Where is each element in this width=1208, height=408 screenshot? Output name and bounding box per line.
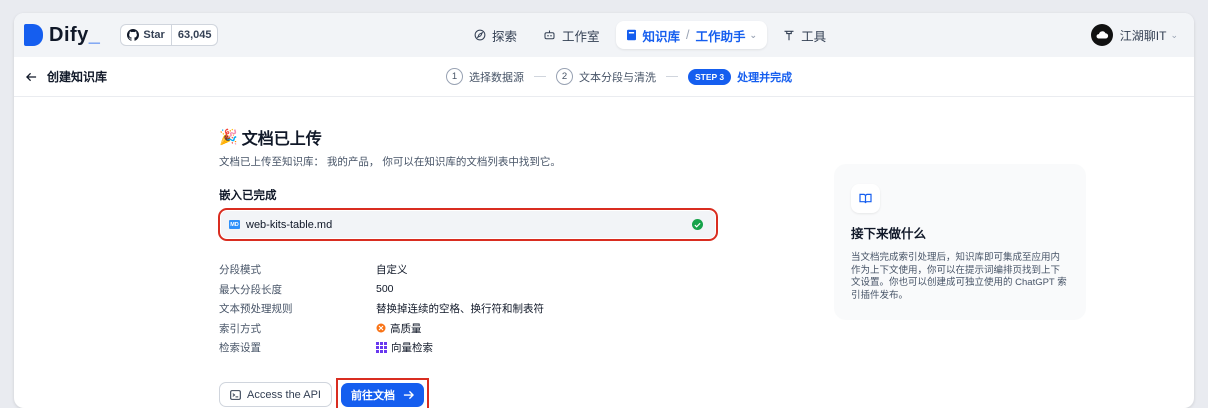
file-name: web-kits-table.md bbox=[246, 219, 692, 231]
access-api-button[interactable]: Access the API bbox=[219, 382, 332, 407]
github-icon bbox=[127, 29, 139, 41]
result-panel: 🎉 文档已上传 文档已上传至知识库： 我的产品， 你可以在知识库的文档列表中找到… bbox=[219, 125, 729, 408]
markdown-file-icon: MD bbox=[229, 220, 240, 229]
nav-studio[interactable]: 工作室 bbox=[533, 21, 610, 49]
highlight-box: 前往文档 bbox=[336, 378, 429, 408]
info-row: 最大分段长度 500 bbox=[219, 280, 729, 300]
cloud-icon bbox=[1095, 30, 1109, 40]
main-nav: 探索 工作室 知识库 / 工作助手 ⌄ 工具 bbox=[464, 21, 842, 49]
arrow-right-icon bbox=[403, 390, 414, 400]
book-icon bbox=[626, 29, 637, 41]
star-label: Star bbox=[143, 29, 164, 41]
logo-mark-icon bbox=[24, 24, 43, 46]
nav-explore[interactable]: 探索 bbox=[464, 21, 527, 49]
nav-knowledge[interactable]: 知识库 / 工作助手 ⌄ bbox=[616, 21, 768, 49]
page-title: 🎉 文档已上传 bbox=[219, 125, 729, 149]
chevron-down-icon: ⌄ bbox=[1170, 30, 1178, 41]
stepper: 1 选择数据源 2 文本分段与清洗 STEP 3 处理并完成 bbox=[446, 68, 792, 85]
sub-header: 创建知识库 1 选择数据源 2 文本分段与清洗 STEP 3 处理并完成 bbox=[14, 57, 1194, 97]
step-3-badge: STEP 3 bbox=[688, 69, 731, 85]
logo-text: Dify_ bbox=[49, 24, 100, 47]
top-navbar: Dify_ Star 63,045 探索 工作室 知识库 / 工作助手 bbox=[14, 13, 1194, 57]
compass-icon bbox=[474, 29, 486, 41]
nav-tools[interactable]: 工具 bbox=[773, 21, 836, 49]
action-buttons: Access the API 前往文档 bbox=[219, 378, 729, 408]
embed-status-heading: 嵌入已完成 bbox=[219, 187, 729, 203]
terminal-icon bbox=[230, 390, 241, 400]
user-name: 江湖聊IT bbox=[1120, 27, 1167, 44]
check-circle-icon bbox=[692, 219, 703, 230]
back-button[interactable]: 创建知识库 bbox=[26, 68, 107, 85]
processing-info: 分段模式 自定义 最大分段长度 500 文本预处理规则 替换掉连续的空格、换行符… bbox=[219, 260, 729, 358]
app-window: Dify_ Star 63,045 探索 工作室 知识库 / 工作助手 bbox=[14, 13, 1194, 408]
arrow-left-icon bbox=[26, 72, 37, 82]
next-steps-card: 接下来做什么 当文档完成索引处理后，知识库即可集成至应用内作为上下文使用，你可以… bbox=[834, 164, 1086, 320]
info-row: 分段模式 自定义 bbox=[219, 260, 729, 280]
chevron-down-icon: ⌄ bbox=[750, 30, 758, 41]
nav-knowledge-current[interactable]: 工作助手 bbox=[696, 26, 746, 45]
book-open-icon bbox=[851, 184, 880, 213]
file-item[interactable]: MD web-kits-table.md bbox=[221, 211, 715, 238]
dify-logo[interactable]: Dify_ bbox=[24, 24, 100, 47]
page-subtitle: 文档已上传至知识库： 我的产品， 你可以在知识库的文档列表中找到它。 bbox=[219, 154, 729, 169]
info-row: 索引方式 高质量 bbox=[219, 319, 729, 339]
vector-grid-icon bbox=[376, 342, 387, 353]
go-to-documents-button[interactable]: 前往文档 bbox=[341, 383, 424, 407]
user-menu[interactable]: 江湖聊IT ⌄ bbox=[1091, 24, 1178, 46]
step-1-label: 选择数据源 bbox=[469, 69, 524, 85]
info-row: 检索设置 向量检索 bbox=[219, 338, 729, 358]
step-divider bbox=[666, 76, 678, 77]
step-3-label: 处理并完成 bbox=[737, 69, 792, 85]
hammer-icon bbox=[783, 29, 795, 41]
info-row: 文本预处理规则 替换掉连续的空格、换行符和制表符 bbox=[219, 299, 729, 319]
avatar bbox=[1091, 24, 1113, 46]
next-steps-title: 接下来做什么 bbox=[851, 223, 1069, 242]
next-steps-text: 当文档完成索引处理后，知识库即可集成至应用内作为上下文使用，你可以在提示词编排页… bbox=[851, 252, 1069, 302]
robot-icon bbox=[543, 29, 556, 41]
step-divider bbox=[534, 76, 546, 77]
party-icon: 🎉 bbox=[219, 128, 238, 146]
star-count: 63,045 bbox=[172, 29, 218, 41]
github-star-button[interactable]: Star 63,045 bbox=[120, 24, 218, 46]
step-2-label: 文本分段与清洗 bbox=[579, 69, 656, 85]
step-2-number: 2 bbox=[556, 68, 573, 85]
high-quality-icon bbox=[376, 323, 386, 333]
step-1-number: 1 bbox=[446, 68, 463, 85]
